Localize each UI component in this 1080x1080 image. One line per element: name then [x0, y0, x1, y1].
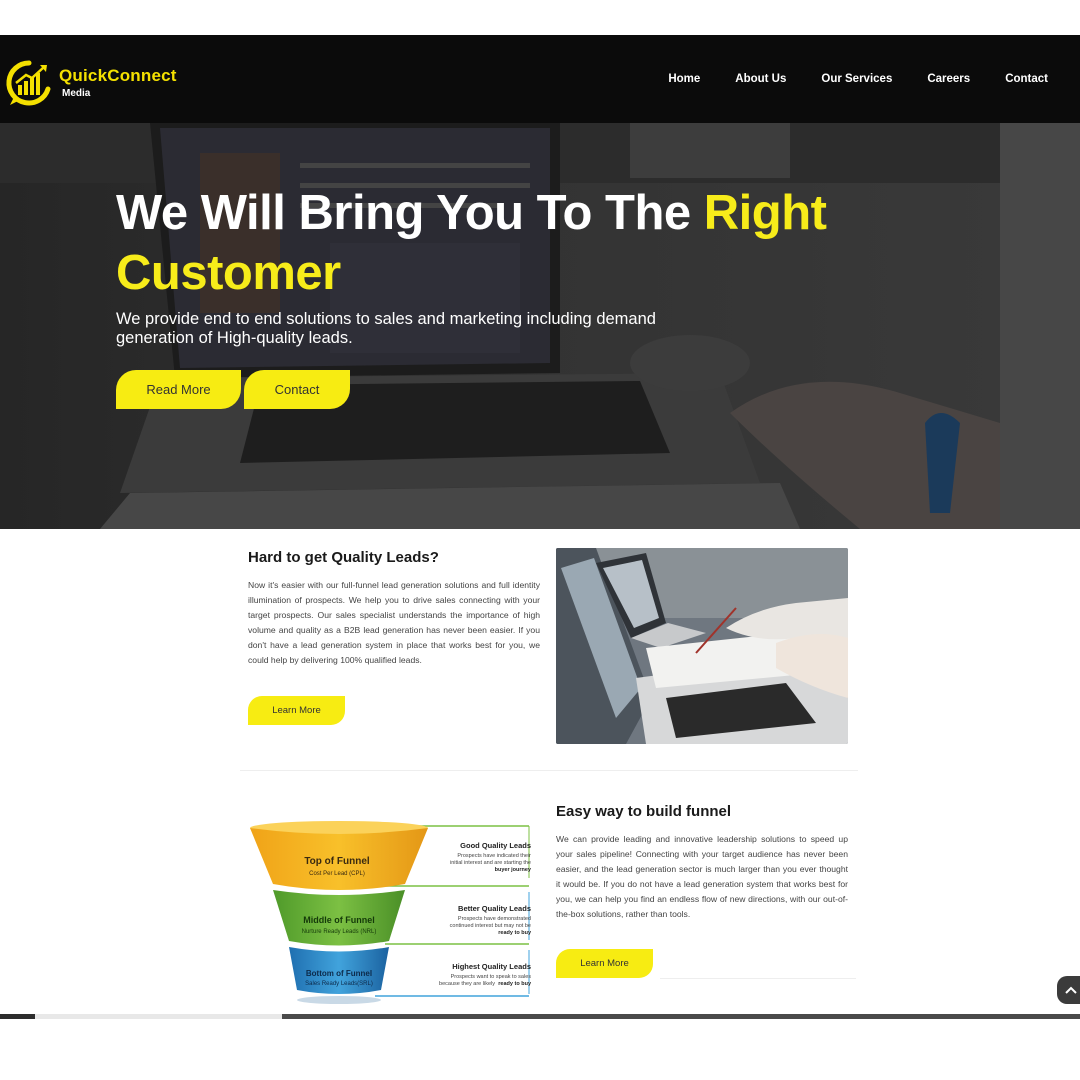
section1-learn-more-button[interactable]: Learn More	[248, 696, 345, 725]
page-top-margin	[0, 0, 1080, 35]
laptop-meeting-image	[556, 548, 848, 744]
section2-learn-more-button[interactable]: Learn More	[556, 949, 653, 978]
funnel-note-3-title: Highest Quality Leads	[452, 962, 531, 971]
footer-strip-segment	[282, 1014, 1080, 1019]
funnel-note-1-title: Good Quality Leads	[460, 841, 531, 850]
funnel-note-3-line2: because they are likely	[439, 981, 495, 987]
hero-subtitle: We provide end to end solutions to sales…	[116, 310, 656, 347]
logo-chart-icon	[6, 60, 51, 106]
section2-underline	[660, 978, 856, 979]
section1-text: Now it's easier with our full-funnel lea…	[248, 580, 540, 666]
funnel-note-1-line3: buyer journey	[495, 867, 532, 873]
logo-name: QuickConnect	[59, 66, 177, 85]
section2-title: Easy way to build funnel	[556, 803, 732, 820]
funnel-note-1-line2: initial interest and are starting the	[450, 860, 531, 866]
section1-title: Hard to get Quality Leads?	[248, 549, 439, 566]
read-more-button[interactable]: Read More	[116, 370, 241, 409]
funnel-note-2-line3: ready to buy	[498, 930, 532, 936]
funnel-top-label: Top of Funnel	[304, 856, 370, 867]
section-divider	[240, 770, 858, 771]
section2-text: We can provide leading and innovative le…	[556, 834, 848, 920]
scroll-to-top-button[interactable]	[1057, 976, 1080, 1004]
funnel-note-3-line3: ready to buy	[498, 981, 532, 987]
funnel-note-1-line1: Prospects have indicated their	[457, 853, 531, 859]
funnel-note-2-line2: continued interest but may not be	[450, 923, 531, 929]
funnel-note-2-title: Better Quality Leads	[458, 904, 531, 913]
main-nav: Home About Us Our Services Careers Conta…	[633, 73, 1048, 85]
footer-strip-segment	[35, 1014, 282, 1019]
nav-about-us[interactable]: About Us	[735, 73, 786, 85]
nav-home[interactable]: Home	[668, 73, 700, 85]
hero-title: We Will Bring You To The Right Customer	[116, 183, 916, 303]
nav-careers[interactable]: Careers	[927, 73, 970, 85]
section1-photo	[556, 548, 848, 744]
funnel-note-3-line1: Prospects want to speak to sales	[451, 974, 532, 980]
funnel-top-sub: Cost Per Lead (CPL)	[309, 871, 365, 877]
footer-strip	[0, 1014, 1080, 1019]
funnel-middle-sub: Nurture Ready Leads (NRL)	[302, 929, 377, 935]
funnel-diagram: Top of Funnel Cost Per Lead (CPL) Middle…	[250, 821, 532, 1004]
nav-contact[interactable]: Contact	[1005, 73, 1048, 85]
funnel-middle-label: Middle of Funnel	[303, 915, 375, 925]
logo[interactable]: QuickConnect Media	[4, 59, 194, 107]
footer-strip-segment	[0, 1014, 35, 1019]
funnel-bottom-label: Bottom of Funnel	[306, 969, 372, 978]
navbar: QuickConnect Media Home About Us Our Ser…	[0, 35, 1080, 123]
chevron-up-icon	[1065, 986, 1077, 994]
hero-title-white: We Will Bring You To The	[116, 186, 691, 240]
nav-our-services[interactable]: Our Services	[821, 73, 892, 85]
sales-funnel-graphic: Top of Funnel Cost Per Lead (CPL) Middle…	[245, 818, 537, 1008]
logo-subtitle: Media	[62, 88, 91, 99]
funnel-note-2-line1: Prospects have demonstrated	[458, 916, 531, 922]
funnel-bottom-sub: Sales Ready Leads(SRL)	[305, 981, 373, 987]
hero-contact-button[interactable]: Contact	[244, 370, 350, 409]
hero-section: We Will Bring You To The Right Customer …	[0, 123, 1080, 529]
